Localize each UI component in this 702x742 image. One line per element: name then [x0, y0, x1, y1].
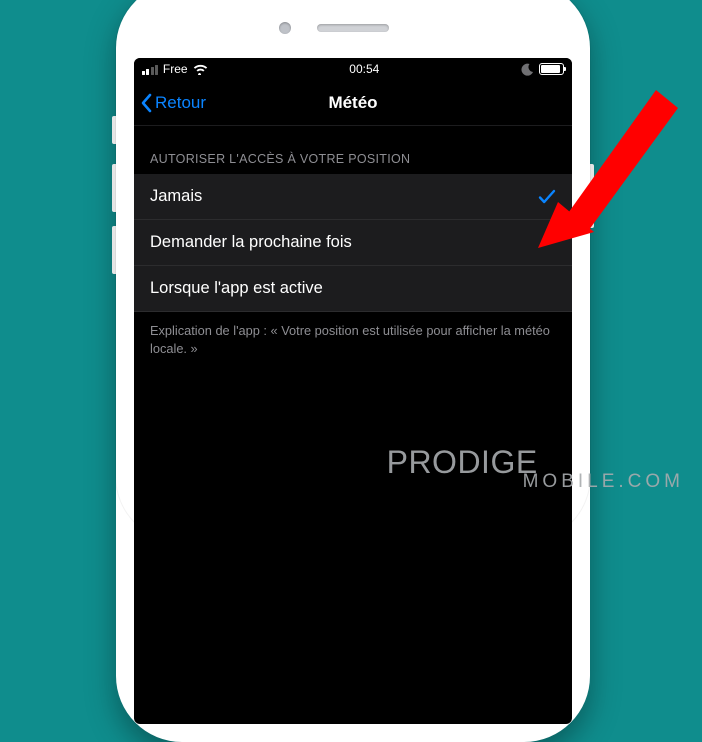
settings-content: AUTORISER L'ACCÈS À VOTRE POSITION Jamai…	[134, 126, 572, 377]
option-label: Lorsque l'app est active	[150, 279, 323, 298]
back-label: Retour	[155, 93, 206, 113]
option-never[interactable]: Jamais	[134, 174, 572, 220]
option-label: Demander la prochaine fois	[150, 233, 352, 252]
back-button[interactable]: Retour	[140, 93, 206, 113]
phone-screen: Free 00:54 Retour Météo AUTORISER L'ACCÈ…	[134, 58, 572, 724]
signal-icon	[142, 64, 158, 75]
phone-silence-switch	[112, 116, 116, 144]
do-not-disturb-icon	[521, 63, 534, 76]
watermark: PRODIGE MOBILE.COM	[387, 448, 684, 490]
section-footer: Explication de l'app : « Votre position …	[134, 312, 572, 377]
carrier-label: Free	[163, 62, 188, 76]
nav-bar: Retour Météo	[134, 80, 572, 126]
phone-volume-up	[112, 164, 116, 212]
phone-frame: Free 00:54 Retour Météo AUTORISER L'ACCÈ…	[116, 0, 590, 742]
phone-camera	[279, 22, 291, 34]
checkmark-icon	[538, 189, 556, 205]
phone-volume-down	[112, 226, 116, 274]
clock: 00:54	[349, 62, 379, 76]
status-bar: Free 00:54	[134, 58, 572, 80]
option-label: Jamais	[150, 187, 202, 206]
battery-icon	[539, 63, 564, 75]
phone-power-button	[590, 164, 594, 228]
section-header: AUTORISER L'ACCÈS À VOTRE POSITION	[134, 126, 572, 174]
wifi-icon	[193, 64, 208, 75]
page-title: Météo	[328, 93, 377, 113]
watermark-line2: MOBILE.COM	[523, 473, 684, 490]
phone-speaker	[317, 24, 389, 32]
option-ask-next-time[interactable]: Demander la prochaine fois	[134, 220, 572, 266]
chevron-left-icon	[140, 93, 152, 113]
option-while-using[interactable]: Lorsque l'app est active	[134, 266, 572, 312]
